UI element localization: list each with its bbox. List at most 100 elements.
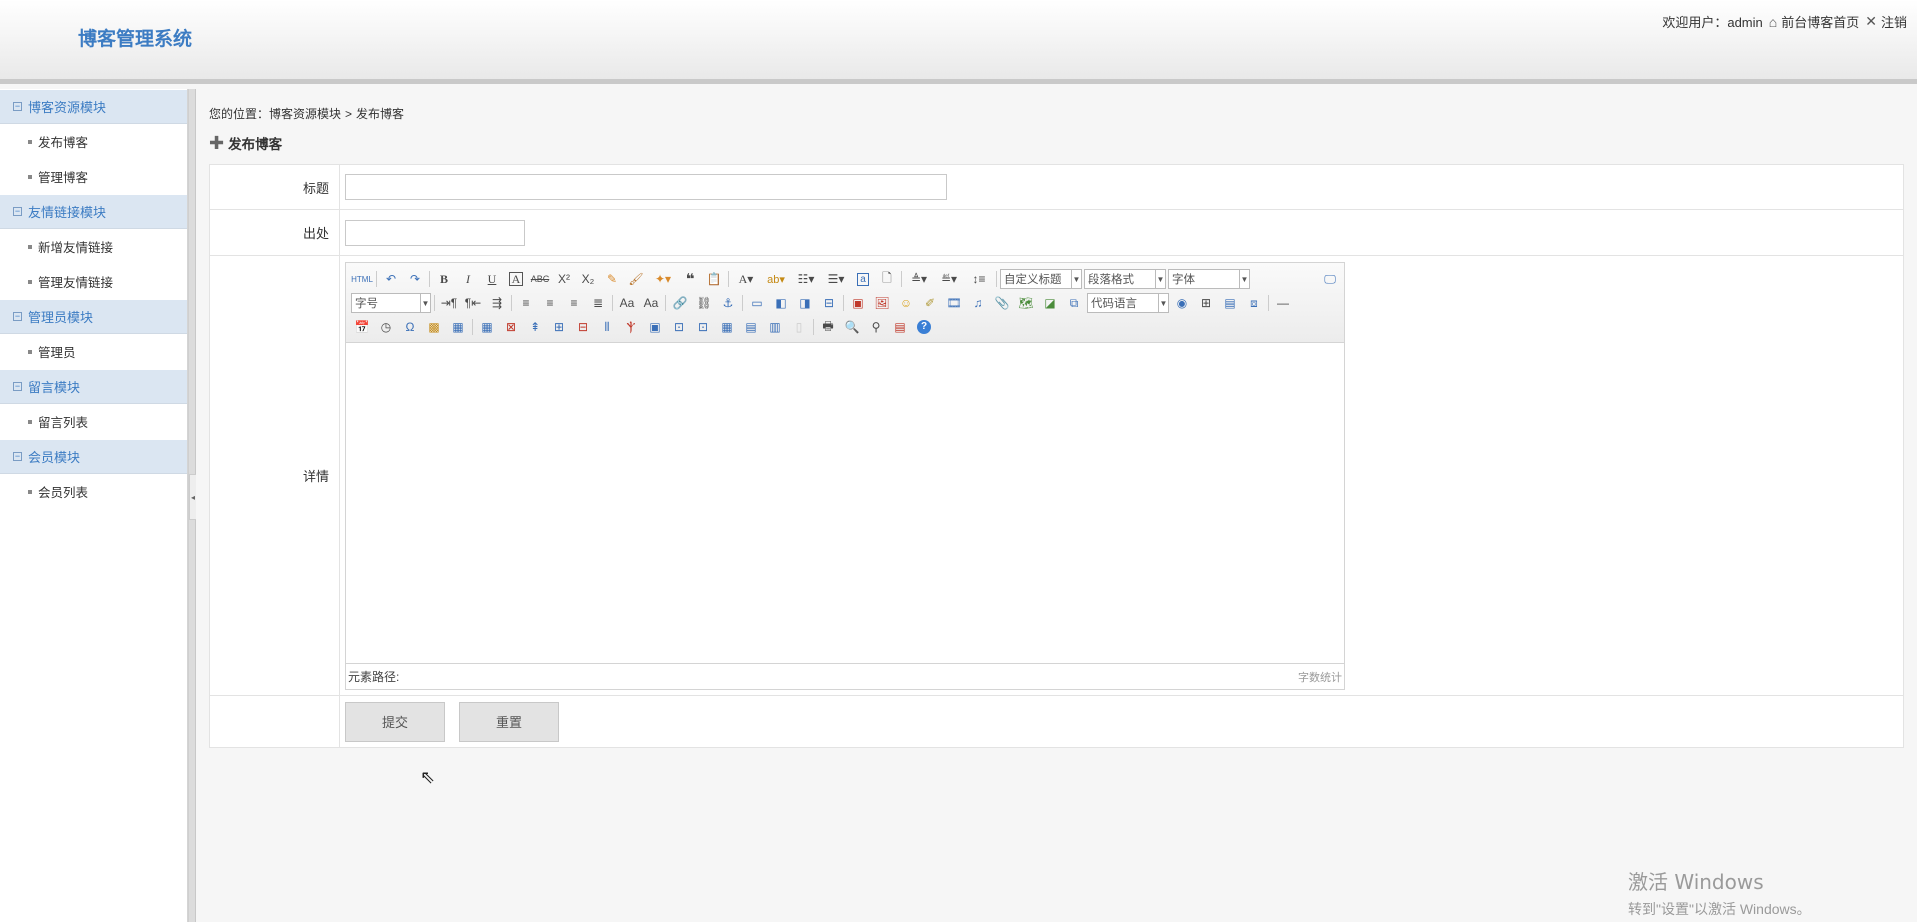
mergeright-icon[interactable]: ⊡ <box>667 317 691 337</box>
frontend-home-link[interactable]: ⌂ 前台博客首页 <box>1769 12 1859 31</box>
cleardoc-icon[interactable]: 🗋 <box>875 269 899 289</box>
deleterow-icon[interactable]: ⊟ <box>571 317 595 337</box>
code-language-select[interactable]: 代码语言 ▼ <box>1087 293 1169 313</box>
deletecol-icon[interactable]: Ⲯ <box>619 317 643 337</box>
scrawl-icon[interactable]: ✐ <box>918 293 942 313</box>
sidebar-item-admins[interactable]: 管理员 <box>0 334 187 369</box>
splittocols-icon[interactable]: ▥ <box>763 317 787 337</box>
mergecells-icon[interactable]: ▣ <box>643 317 667 337</box>
indent-icon[interactable]: ⇶ <box>485 293 509 313</box>
deletetable-icon[interactable]: ⊠ <box>499 317 523 337</box>
imagenone-icon[interactable]: ▭ <box>745 293 769 313</box>
ordered-list-icon[interactable]: ☷▾ <box>791 269 821 289</box>
editor-content-area[interactable] <box>346 343 1344 663</box>
map-icon[interactable]: 🗺 <box>1014 293 1038 313</box>
breadcrumb-section[interactable]: 博客资源模块 <box>269 107 341 121</box>
fullscreen-icon[interactable]: 🖵 <box>1318 269 1342 289</box>
insertframe-icon[interactable]: ⧉ <box>1062 293 1086 313</box>
removeformat-icon[interactable]: ✎ <box>600 269 624 289</box>
attachment-icon[interactable]: 📎 <box>990 293 1014 313</box>
html-icon[interactable]: HTML <box>350 269 374 289</box>
paragraph-format-select[interactable]: 段落格式 ▼ <box>1084 269 1166 289</box>
time-icon[interactable]: ◷ <box>374 317 398 337</box>
selectall-icon[interactable]: a <box>851 269 875 289</box>
sidebar-item-publish-blog[interactable]: 发布博客 <box>0 124 187 159</box>
font-family-select[interactable]: 字体 ▼ <box>1168 269 1250 289</box>
reset-button[interactable]: 重置 <box>459 701 559 742</box>
link-icon[interactable]: 🔗 <box>668 293 692 313</box>
unordered-list-icon[interactable]: ☰▾ <box>821 269 851 289</box>
redo-icon[interactable]: ↷ <box>403 269 427 289</box>
sidebar-item-member-list[interactable]: 会员列表 <box>0 474 187 509</box>
splittocells-icon[interactable]: ▦ <box>715 317 739 337</box>
justify-left-icon[interactable]: ≡ <box>514 293 538 313</box>
autotypeset-icon[interactable]: ✦▾ <box>648 269 678 289</box>
simpleupload-icon[interactable]: ▣ <box>846 293 870 313</box>
horizontal-icon[interactable]: — <box>1271 293 1295 313</box>
insertcol-icon[interactable]: ⫴ <box>595 317 619 337</box>
strikethrough-icon[interactable]: ABC <box>528 269 552 289</box>
webapp-icon[interactable]: ◉ <box>1170 293 1194 313</box>
italic-icon[interactable]: I <box>456 269 480 289</box>
imagecenter-icon[interactable]: ⊟ <box>817 293 841 313</box>
sidebar-group-blog[interactable]: − 博客资源模块 <box>0 89 187 124</box>
subscript-icon[interactable]: X₂ <box>576 269 600 289</box>
spechars-icon[interactable]: Ω <box>398 317 422 337</box>
template-icon[interactable]: ▤ <box>1218 293 1242 313</box>
sidebar-group-messages[interactable]: − 留言模块 <box>0 369 187 404</box>
formatmatch-icon[interactable]: 🖌 <box>624 269 648 289</box>
custom-title-select[interactable]: 自定义标题 ▼ <box>1000 269 1082 289</box>
help-icon[interactable]: ? <box>912 317 936 337</box>
searchreplace-icon[interactable]: ⚲ <box>864 317 888 337</box>
rowspacingtop-icon[interactable]: ≜▾ <box>904 269 934 289</box>
sidebar-group-members[interactable]: − 会员模块 <box>0 439 187 474</box>
drafts-icon[interactable]: ▤ <box>888 317 912 337</box>
forecolor-icon[interactable]: A▾ <box>731 269 761 289</box>
splittorows-icon[interactable]: ▤ <box>739 317 763 337</box>
insertparagraphbeforetable-icon[interactable]: ⇞ <box>523 317 547 337</box>
rtl-icon[interactable]: ¶⇤ <box>461 293 485 313</box>
submit-button[interactable]: 提交 <box>345 701 445 742</box>
sidebar-group-admin[interactable]: − 管理员模块 <box>0 299 187 334</box>
anchor-icon[interactable]: ⚓ <box>716 293 740 313</box>
justify-center-icon[interactable]: ≡ <box>538 293 562 313</box>
touppercase-icon[interactable]: Aa <box>615 293 639 313</box>
charts-icon[interactable]: ▯ <box>787 317 811 337</box>
background-icon[interactable]: ⧈ <box>1242 293 1266 313</box>
logout-link[interactable]: ✕ 注销 <box>1865 12 1907 31</box>
pagebreak-icon[interactable]: ⊞ <box>1194 293 1218 313</box>
superscript-icon[interactable]: X² <box>552 269 576 289</box>
date-icon[interactable]: 📅 <box>350 317 374 337</box>
preview-icon[interactable]: 🔍 <box>840 317 864 337</box>
undo-icon[interactable]: ↶ <box>379 269 403 289</box>
source-input[interactable] <box>345 219 525 246</box>
justify-full-icon[interactable]: ≣ <box>586 293 610 313</box>
sidebar-item-add-link[interactable]: 新增友情链接 <box>0 229 187 264</box>
insertimage-icon[interactable]: 🖼 <box>870 293 894 313</box>
lineheight-icon[interactable]: ↕≡ <box>964 269 994 289</box>
imageleft-icon[interactable]: ◧ <box>769 293 793 313</box>
insertvideo-icon[interactable]: 🎞 <box>942 293 966 313</box>
title-input[interactable] <box>345 174 947 200</box>
pasteplain-icon[interactable]: 📋 <box>702 269 726 289</box>
sidebar-item-manage-links[interactable]: 管理友情链接 <box>0 264 187 299</box>
emotion-icon[interactable]: ☺ <box>894 293 918 313</box>
justify-right-icon[interactable]: ≡ <box>562 293 586 313</box>
backcolor-icon[interactable]: ab▾ <box>761 269 791 289</box>
music-icon[interactable]: ♫ <box>966 293 990 313</box>
fontborder-icon[interactable]: A <box>504 269 528 289</box>
wordimage-icon[interactable]: ▦ <box>446 317 470 337</box>
print-icon[interactable]: 🖶 <box>816 317 840 337</box>
gmap-icon[interactable]: ◪ <box>1038 293 1062 313</box>
underline-icon[interactable]: U <box>480 269 504 289</box>
blockquote-icon[interactable]: ❝ <box>678 269 702 289</box>
sidebar-item-manage-blog[interactable]: 管理博客 <box>0 159 187 194</box>
insertrow-icon[interactable]: ⊞ <box>547 317 571 337</box>
imageright-icon[interactable]: ◨ <box>793 293 817 313</box>
font-size-select[interactable]: 字号 ▼ <box>351 293 431 313</box>
snapscreen-icon[interactable]: ▩ <box>422 317 446 337</box>
mergedown-icon[interactable]: ⊡ <box>691 317 715 337</box>
sidebar-item-message-list[interactable]: 留言列表 <box>0 404 187 439</box>
sidebar-splitter[interactable]: ◂ <box>188 89 197 922</box>
sidebar-group-links[interactable]: − 友情链接模块 <box>0 194 187 229</box>
